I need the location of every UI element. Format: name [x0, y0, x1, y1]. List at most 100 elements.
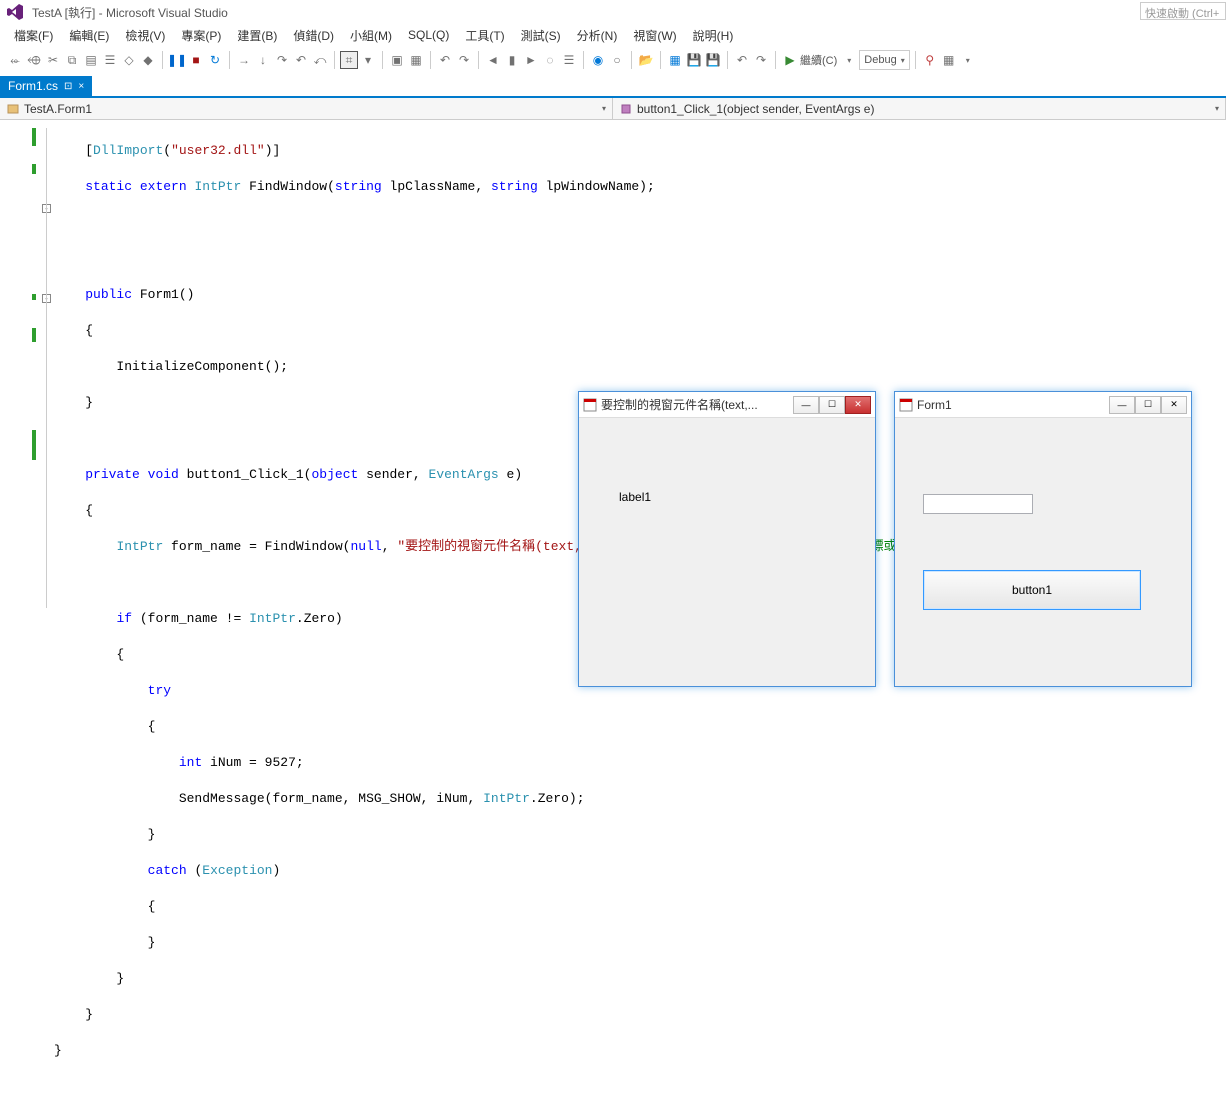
find-icon[interactable]: ⚲: [921, 51, 939, 69]
code-line: }: [54, 934, 1226, 952]
code-line: [54, 250, 1226, 268]
comment-icon[interactable]: ◇: [120, 51, 138, 69]
code-line: }: [54, 1006, 1226, 1024]
minimize-button[interactable]: —: [793, 396, 819, 414]
menu-sql[interactable]: SQL(Q): [400, 26, 457, 44]
fwd-circle-icon[interactable]: ○: [608, 51, 626, 69]
uncomment-icon[interactable]: ◆: [139, 51, 157, 69]
winform-titlebar[interactable]: 要控制的視窗元件名稱(text,... — ☐ ✕: [579, 392, 875, 418]
copy-icon[interactable]: ⧉: [63, 51, 81, 69]
winform-buttons: — ☐ ✕: [793, 396, 871, 414]
menu-team[interactable]: 小組(M): [342, 25, 400, 46]
nav-type-dropdown[interactable]: TestA.Form1 ▾: [0, 98, 613, 119]
winform-buttons: — ☐ ✕: [1109, 396, 1187, 414]
separator: [660, 51, 661, 69]
menu-test[interactable]: 測試(S): [513, 25, 569, 46]
cut-icon[interactable]: ✂: [44, 51, 62, 69]
bookmark-next-icon[interactable]: ►: [522, 51, 540, 69]
step-over-icon[interactable]: ↷: [273, 51, 291, 69]
close-button[interactable]: ✕: [1161, 396, 1187, 414]
paste-icon[interactable]: ▤: [82, 51, 100, 69]
method-icon: [619, 102, 633, 116]
code-line: {: [54, 898, 1226, 916]
save-all-icon[interactable]: 💾: [704, 51, 722, 69]
separator: [478, 51, 479, 69]
change-marker: [32, 294, 36, 300]
wireframe-icon[interactable]: ⌗: [340, 51, 358, 69]
continue-drop-icon[interactable]: ▾: [840, 51, 858, 69]
tab-form1cs[interactable]: Form1.cs ⊡ ×: [0, 76, 92, 96]
code-line: }: [54, 1042, 1226, 1060]
maximize-button[interactable]: ☐: [1135, 396, 1161, 414]
back-circle-icon[interactable]: ◉: [589, 51, 607, 69]
toolbox-icon[interactable]: ▦: [940, 51, 958, 69]
bookmark-list-icon[interactable]: ☰: [560, 51, 578, 69]
window-title: TestA [執行] - Microsoft Visual Studio: [32, 4, 228, 21]
redo-icon[interactable]: ↷: [455, 51, 473, 69]
new-item-icon[interactable]: ▦: [666, 51, 684, 69]
close-icon[interactable]: ×: [78, 81, 84, 92]
winform-form1[interactable]: Form1 — ☐ ✕ button1: [894, 391, 1192, 687]
nav-member-dropdown[interactable]: button1_Click_1(object sender, EventArgs…: [613, 98, 1226, 119]
continue-play-icon[interactable]: ▶: [781, 51, 799, 69]
step-into-icon[interactable]: ↓: [254, 51, 272, 69]
menu-edit[interactable]: 編輯(E): [61, 25, 117, 46]
open-icon[interactable]: 📂: [637, 51, 655, 69]
step-back-icon[interactable]: ⤺: [311, 51, 329, 69]
save-icon[interactable]: 💾: [685, 51, 703, 69]
config-dropdown[interactable]: Debug ▾: [859, 50, 909, 70]
minimize-button[interactable]: —: [1109, 396, 1135, 414]
step-next-icon[interactable]: →: [235, 51, 253, 69]
layers-icon[interactable]: ▣: [388, 51, 406, 69]
undo2-icon[interactable]: ↶: [733, 51, 751, 69]
separator: [583, 51, 584, 69]
menu-tools[interactable]: 工具(T): [457, 25, 512, 46]
menu-debug[interactable]: 偵錯(D): [285, 25, 342, 46]
code-line: [54, 214, 1226, 232]
titlebar: TestA [執行] - Microsoft Visual Studio: [0, 0, 1226, 24]
undo-icon[interactable]: ↶: [436, 51, 454, 69]
stop-icon[interactable]: ■: [187, 51, 205, 69]
form-icon: [899, 398, 913, 412]
menu-help[interactable]: 說明(H): [685, 25, 742, 46]
bookmark-clear-icon[interactable]: ◌: [541, 51, 559, 69]
textbox1[interactable]: [923, 494, 1033, 514]
button1-label: button1: [1012, 583, 1052, 597]
winform-titlebar[interactable]: Form1 — ☐ ✕: [895, 392, 1191, 418]
winform-testb[interactable]: 要控制的視窗元件名稱(text,... — ☐ ✕ label1: [578, 391, 876, 687]
quick-launch-box[interactable]: 快速啟動 (Ctrl+: [1140, 2, 1226, 20]
bookmark-prev-icon[interactable]: ◄: [484, 51, 502, 69]
menu-build[interactable]: 建置(B): [229, 25, 285, 46]
nav-fwd-icon[interactable]: ⬲: [25, 51, 43, 69]
pause-icon[interactable]: ❚❚: [168, 51, 186, 69]
config-label: Debug: [864, 54, 896, 66]
menu-project[interactable]: 專案(P): [173, 25, 229, 46]
menu-analyze[interactable]: 分析(N): [569, 25, 626, 46]
code-line: }: [54, 826, 1226, 844]
redo2-icon[interactable]: ↷: [752, 51, 770, 69]
menu-file[interactable]: 檔案(F): [6, 25, 61, 46]
continue-label[interactable]: 繼續(C): [800, 52, 837, 68]
down-icon[interactable]: ▾: [359, 51, 377, 69]
button1[interactable]: button1: [923, 570, 1141, 610]
code-line: public Form1(): [54, 286, 1226, 304]
close-button[interactable]: ✕: [845, 396, 871, 414]
chevron-down-icon: ▾: [901, 56, 905, 65]
menu-window[interactable]: 視窗(W): [625, 25, 684, 46]
nav-bar: TestA.Form1 ▾ button1_Click_1(object sen…: [0, 98, 1226, 120]
restart-icon[interactable]: ↻: [206, 51, 224, 69]
menu-view[interactable]: 檢視(V): [117, 25, 173, 46]
document-tabs: Form1.cs ⊡ ×: [0, 74, 1226, 98]
separator: [775, 51, 776, 69]
code-line: {: [54, 718, 1226, 736]
overflow-icon[interactable]: ▾: [959, 51, 977, 69]
list-icon[interactable]: ☰: [101, 51, 119, 69]
maximize-button[interactable]: ☐: [819, 396, 845, 414]
pin-icon[interactable]: ⊡: [64, 81, 72, 92]
nav-back-icon[interactable]: ⬰: [6, 51, 24, 69]
nav-member-label: button1_Click_1(object sender, EventArgs…: [637, 102, 874, 116]
separator: [915, 51, 916, 69]
bookmark-toggle-icon[interactable]: ▮: [503, 51, 521, 69]
stack-icon[interactable]: ▦: [407, 51, 425, 69]
step-out-icon[interactable]: ↶: [292, 51, 310, 69]
